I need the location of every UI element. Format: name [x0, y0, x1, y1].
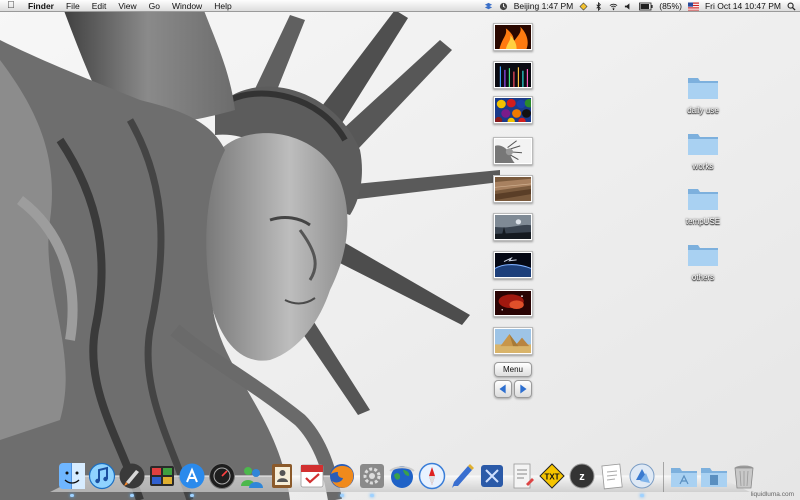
address-book-icon[interactable] [268, 462, 297, 492]
volume-icon[interactable] [624, 2, 633, 11]
folder-icon [688, 245, 718, 266]
running-indicator [130, 494, 134, 497]
next-wallpaper-button[interactable] [514, 380, 532, 398]
writer-icon[interactable] [508, 462, 537, 492]
folder-label: others [691, 273, 715, 282]
dock-separator [658, 462, 664, 492]
documents-stack-icon[interactable] [700, 462, 729, 492]
running-indicator [190, 494, 194, 497]
status-area: Beijing 1:47 PM (85%) Fri Oct 14 10:47 P… [478, 0, 796, 12]
svg-text:z: z [579, 471, 585, 483]
notes-icon[interactable] [598, 462, 627, 492]
folder-icon [688, 134, 718, 155]
pencil-icon[interactable] [448, 462, 477, 492]
wallpaper-thumbnail-fire[interactable] [493, 23, 533, 51]
folder-label: works [692, 162, 714, 171]
dropbox-icon[interactable] [484, 2, 493, 11]
world-clock-text[interactable]: Beijing 1:47 PM [514, 0, 574, 12]
world-clock-icon[interactable] [499, 2, 508, 11]
wallpaper-thumbnail-earth-space[interactable] [493, 251, 533, 279]
applications-stack-icon[interactable] [670, 462, 699, 492]
wallpaper-thumbnail-dark-sky[interactable] [493, 213, 533, 241]
spotlight-search-icon[interactable] [787, 2, 796, 11]
menu-file[interactable]: File [60, 0, 86, 12]
running-indicator [370, 494, 374, 497]
wallpaper-thumbnail-brown-texture[interactable] [493, 175, 533, 203]
bluetooth-icon[interactable] [594, 1, 603, 11]
wallpaper-thumbnail-red-nebula[interactable] [493, 289, 533, 317]
system-preferences-icon[interactable] [358, 462, 387, 497]
menu-view[interactable]: View [112, 0, 142, 12]
calendar-icon[interactable] [298, 462, 327, 492]
google-earth-icon[interactable] [388, 462, 417, 492]
messenger-icon[interactable] [238, 462, 267, 492]
battery-percent[interactable]: (85%) [659, 0, 682, 12]
battery-icon[interactable] [639, 2, 653, 11]
desktop-folder-works[interactable]: works [673, 130, 733, 174]
watermark-text: liquidluma.com [750, 491, 794, 498]
menu-go[interactable]: Go [143, 0, 166, 12]
menu-help[interactable]: Help [208, 0, 237, 12]
folder-label: tempUSE [685, 217, 721, 226]
wallpaper-thumbnail-statue-of-liberty[interactable] [493, 137, 533, 165]
folder-icon [688, 78, 718, 99]
previous-wallpaper-button[interactable] [494, 380, 512, 398]
dock: TXT z [58, 456, 760, 497]
dashboard-icon[interactable] [208, 462, 237, 492]
wallpaper-thumbnail-rainbow-streaks[interactable] [493, 61, 533, 89]
svg-text:TXT: TXT [544, 473, 559, 482]
running-indicator [640, 494, 644, 497]
finder-icon[interactable] [58, 462, 87, 497]
firefox-icon[interactable] [328, 462, 357, 497]
itunes-icon[interactable] [88, 462, 117, 492]
folder-label: daily use [687, 106, 719, 115]
arrow-left-icon [499, 384, 506, 394]
trash-icon[interactable] [730, 462, 759, 492]
wallpaper-thumbnail-pyramids[interactable] [493, 327, 533, 355]
desktop-folder-tempuse[interactable]: tempUSE [673, 185, 733, 229]
safari-icon[interactable] [418, 462, 447, 492]
zip-icon[interactable]: z [568, 462, 597, 492]
wallpaper-thumbnail-billiard-balls[interactable] [493, 96, 533, 124]
desktop-folder-daily-use[interactable]: daily use [673, 74, 733, 118]
arrow-right-icon [520, 384, 527, 394]
menubar-clock[interactable]: Fri Oct 14 10:47 PM [705, 0, 781, 12]
running-indicator [70, 494, 74, 497]
wallpaper-menu-button[interactable]: Menu [494, 362, 532, 377]
xcode-icon[interactable] [478, 462, 507, 492]
text-edit-icon[interactable]: TXT [538, 462, 567, 492]
caution-icon[interactable] [579, 2, 588, 11]
running-indicator [340, 494, 344, 497]
desktop-folder-others[interactable]: others [673, 241, 733, 285]
wifi-icon[interactable] [609, 2, 618, 11]
menu-bar:  Finder File Edit View Go Window Help B… [0, 0, 800, 12]
launchpad-rocket-icon[interactable] [118, 462, 147, 497]
menu-window[interactable]: Window [166, 0, 208, 12]
app-menu-finder[interactable]: Finder [22, 0, 60, 12]
folder-icon [688, 189, 718, 210]
us-flag-icon[interactable] [687, 2, 699, 11]
reeder-icon[interactable] [628, 462, 657, 497]
photo-booth-icon[interactable] [148, 462, 177, 492]
apple-menu-icon[interactable]:  [0, 0, 22, 12]
menu-edit[interactable]: Edit [86, 0, 113, 12]
app-store-icon[interactable] [178, 462, 207, 497]
